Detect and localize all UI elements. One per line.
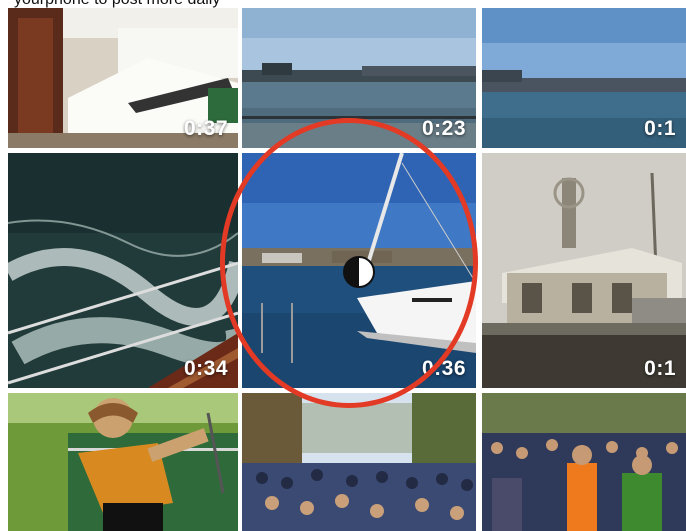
video-thumbnail-race-crowd[interactable] [482,393,686,531]
video-thumbnail-harbor[interactable]: 0:23 [242,8,476,148]
video-duration: 0:36 [421,357,466,380]
video-duration: 0:23 [421,117,466,140]
video-duration: 0:1 [644,117,676,140]
video-duration: 0:37 [183,117,228,140]
video-thumbnail-shoreline[interactable]: 0:1 [482,8,686,148]
video-thumbnail-golf-swing[interactable] [8,393,238,531]
video-duration: 0:1 [644,357,676,380]
video-thumbnail-foggy-pier[interactable]: 0:1 [482,153,686,388]
video-thumbnail-boat-interior[interactable]: 0:37 [8,8,238,148]
video-thumbnail-crowd-park[interactable] [242,393,476,531]
video-duration: 0:34 [183,357,228,380]
half-circle-icon [343,256,375,288]
video-thumbnail-wake[interactable]: 0:34 [8,153,238,388]
video-thumbnail-grid: 0:37 0:23 0:1 0:34 0:36 0:1 [0,0,686,531]
